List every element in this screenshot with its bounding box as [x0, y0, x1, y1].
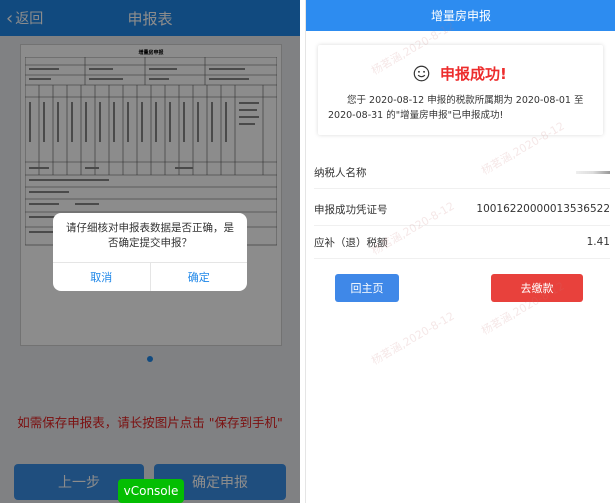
pay-button[interactable]: 去缴款 [491, 274, 583, 302]
voucher-number-value: 10016220000013536522 [476, 203, 610, 215]
dialog-cancel-button[interactable]: 取消 [53, 263, 150, 291]
dialog-actions: 取消 确定 [53, 262, 247, 291]
taxpayer-name-row: 纳税人名称 [314, 156, 610, 189]
success-description: 您于 2020-08-12 申报的税款所属期为 2020-08-01 至 202… [328, 95, 584, 121]
confirm-dialog: 请仔细核对申报表数据是否正确，是否确定提交申报？ 取消 确定 [53, 213, 247, 291]
voucher-number-label: 申报成功凭证号 [314, 203, 388, 216]
dialog-ok-button[interactable]: 确定 [149, 263, 248, 291]
dialog-message: 请仔细核对申报表数据是否正确，是否确定提交申报？ [66, 222, 234, 249]
success-title: 申报成功! [440, 65, 507, 83]
watermark: 杨茗涵,2020-8-12 [369, 309, 457, 368]
vconsole-button[interactable]: vConsole [118, 479, 184, 503]
tax-amount-value: 1.41 [586, 236, 610, 248]
tax-amount-row: 应补（退）税额 1.41 [314, 226, 610, 259]
home-button[interactable]: 回主页 [335, 274, 399, 302]
right-title: 增量房申报 [430, 9, 491, 23]
tax-amount-label: 应补（退）税额 [314, 236, 388, 249]
right-header: 增量房申报 [306, 0, 615, 31]
smile-icon [413, 65, 430, 82]
taxpayer-name-masked [576, 170, 610, 174]
voucher-number-row: 申报成功凭证号 10016220000013536522 [314, 193, 610, 226]
success-card: 申报成功! 您于 2020-08-12 申报的税款所属期为 2020-08-01… [318, 45, 603, 135]
taxpayer-name-label: 纳税人名称 [314, 166, 367, 179]
left-screen: ‹ 返回 申报表 增量房申报 如需保存申报表，请长按图片点击 "保存到手机" 上… [0, 0, 300, 503]
right-screen: 增量房申报 申报成功! 您于 2020-08-12 申报的税款所属期为 2020… [305, 0, 615, 503]
